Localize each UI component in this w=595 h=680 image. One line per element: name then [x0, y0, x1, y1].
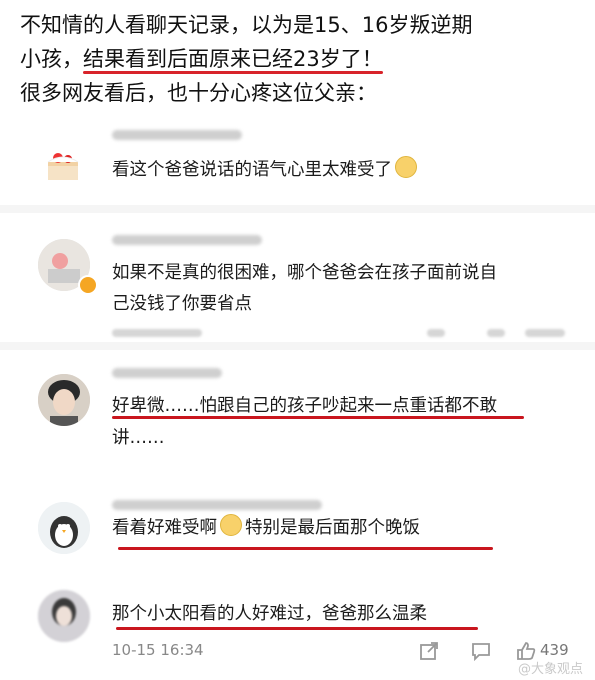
share-icon[interactable]	[418, 640, 440, 662]
timestamp: 10-15 16:34	[112, 641, 204, 659]
intro-underline	[83, 71, 383, 74]
blurred-meta	[112, 327, 565, 343]
penguin-avatar-icon[interactable]	[38, 502, 90, 554]
user-avatar[interactable]	[38, 374, 90, 426]
comment-item-3: 好卑微……怕跟自己的孩子吵起来一点重话都不敢 讲……	[0, 360, 595, 470]
intro-text: 不知情的人看聊天记录，以为是15、16岁叛逆期 小孩，结果看到后面原来已经23岁…	[20, 8, 580, 110]
verified-badge-icon	[78, 275, 98, 295]
divider	[0, 342, 595, 350]
comment-4-text-b: 特别是最后面那个晚饭	[245, 518, 420, 538]
comment-2-line-2: 己没钱了你要省点	[112, 294, 252, 314]
comment-item-2: 如果不是真的很困难，哪个爸爸会在孩子面前说自 己没钱了你要省点	[0, 225, 595, 345]
comment-2-line-1: 如果不是真的很困难，哪个爸爸会在孩子面前说自	[112, 263, 497, 283]
comment-icon[interactable]	[470, 640, 492, 662]
comment-1-text: 看这个爸爸说话的语气心里太难受了	[112, 160, 392, 180]
comment-5-underline	[116, 627, 478, 630]
comment-5-text: 那个小太阳看的人好难过，爸爸那么温柔	[112, 604, 427, 624]
user-avatar[interactable]	[38, 590, 90, 642]
blurred-username	[112, 368, 222, 378]
like-count: 439	[540, 641, 569, 659]
divider	[0, 205, 595, 213]
comment-text: 看这个爸爸说话的语气心里太难受了	[112, 154, 417, 186]
comment-4-underline	[118, 547, 493, 550]
comment-3-line-2: 讲……	[112, 428, 165, 448]
watermark: @大象观点	[517, 662, 583, 677]
blurred-username	[112, 235, 262, 245]
intro-line-1: 不知情的人看聊天记录，以为是15、16岁叛逆期	[20, 13, 473, 37]
comment-4-text-a: 看着好难受啊	[112, 518, 217, 538]
intro-highlight: 结果看到后面原来已经23岁了！	[83, 42, 383, 76]
comment-text: 看着好难受啊 特别是最后面那个晚饭	[112, 512, 420, 544]
blurred-username	[112, 500, 322, 510]
blurred-username	[112, 130, 242, 140]
crying-emoji-icon	[220, 514, 242, 536]
intro-line-2-start: 小孩，	[20, 47, 83, 71]
intro-highlight-text: 结果看到后面原来已经23岁了！	[83, 47, 383, 71]
comment-item-1: 看这个爸爸说话的语气心里太难受了	[0, 118, 595, 208]
comment-item-4: 看着好难受啊 特别是最后面那个晚饭	[0, 498, 595, 568]
comment-item-5: 那个小太阳看的人好难过，爸爸那么温柔	[0, 590, 595, 642]
comment-3-underline	[112, 416, 524, 419]
intro-line-3: 很多网友看后，也十分心疼这位父亲：	[20, 81, 377, 105]
intro-line-2: 小孩，结果看到后面原来已经23岁了！	[20, 42, 580, 76]
comment-footer: 10-15 16:34 439	[0, 638, 595, 664]
sad-emoji-icon	[395, 156, 417, 178]
cake-avatar-icon[interactable]	[38, 140, 90, 192]
